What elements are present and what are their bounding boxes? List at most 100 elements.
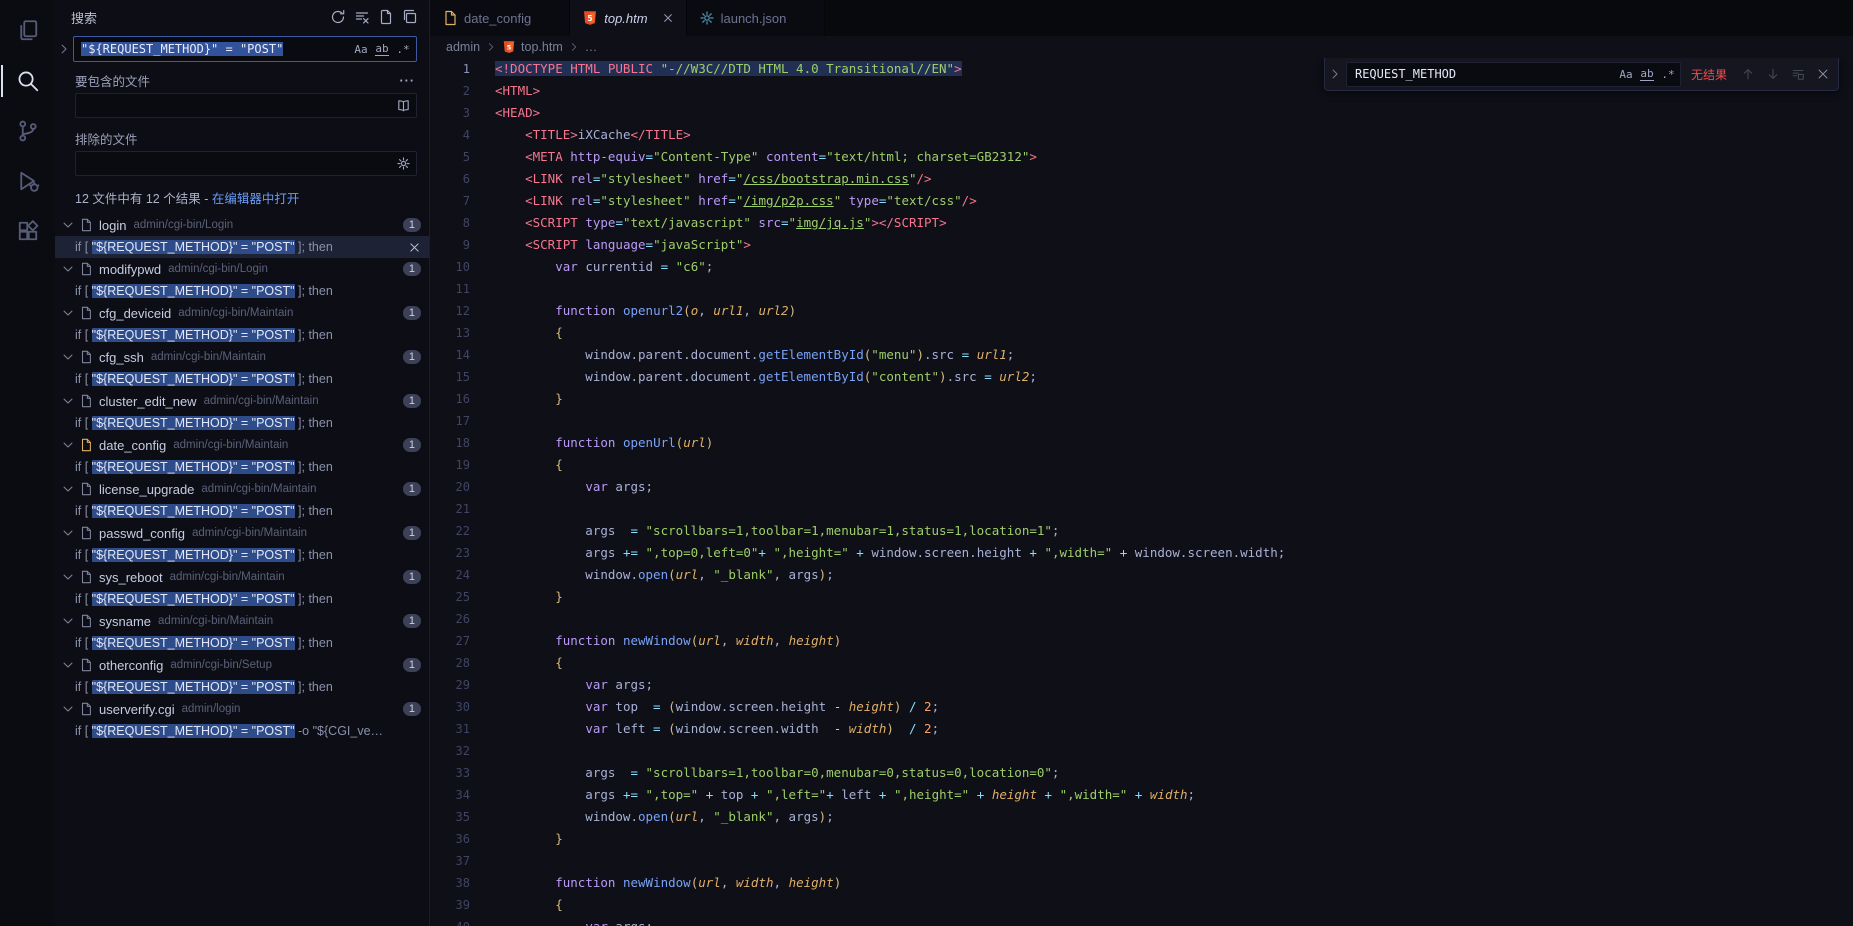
toggle-replace-icon[interactable] xyxy=(55,42,73,56)
tab-top.htm[interactable]: 5top.htm xyxy=(570,0,686,36)
search-match-row[interactable]: if [ "${REQUEST_METHOD}" = "POST" ]; the… xyxy=(55,456,429,478)
code-line[interactable]: 4 <TITLE>iXCache</TITLE> xyxy=(430,124,1853,146)
search-match-row[interactable]: if [ "${REQUEST_METHOD}" = "POST" ]; the… xyxy=(55,544,429,566)
search-match-row[interactable]: if [ "${REQUEST_METHOD}" = "POST" ]; the… xyxy=(55,412,429,434)
code-line[interactable]: 6 <LINK rel="stylesheet" href="/css/boot… xyxy=(430,168,1853,190)
search-result-file[interactable]: modifypwdadmin/cgi-bin/Login1 xyxy=(55,258,429,280)
code-line[interactable]: 8 <SCRIPT type="text/javascript" src="im… xyxy=(430,212,1853,234)
chevron-down-icon[interactable] xyxy=(60,218,76,232)
activity-bar-item-extensions[interactable] xyxy=(0,206,55,256)
close-icon[interactable] xyxy=(658,8,678,28)
search-result-file[interactable]: cfg_deviceidadmin/cgi-bin/Maintain1 xyxy=(55,302,429,324)
chevron-down-icon[interactable] xyxy=(60,614,76,628)
chevron-down-icon[interactable] xyxy=(60,482,76,496)
search-result-file[interactable]: date_configadmin/cgi-bin/Maintain1 xyxy=(55,434,429,456)
breadcrumb-item[interactable]: admin xyxy=(446,40,480,54)
search-result-file[interactable]: passwd_configadmin/cgi-bin/Maintain1 xyxy=(55,522,429,544)
regex-toggle[interactable]: .* xyxy=(1658,64,1678,84)
code-line[interactable]: 3<HEAD> xyxy=(430,102,1853,124)
search-match-row[interactable]: if [ "${REQUEST_METHOD}" = "POST" -o "${… xyxy=(55,720,429,742)
search-input[interactable]: "${REQUEST_METHOD}" = "POST" Aaab.* xyxy=(73,36,417,62)
code-line[interactable]: 36 } xyxy=(430,828,1853,850)
search-match-row[interactable]: if [ "${REQUEST_METHOD}" = "POST" ]; the… xyxy=(55,632,429,654)
code-line[interactable]: 40 var args; xyxy=(430,916,1853,926)
whole-word-toggle[interactable]: ab xyxy=(372,39,392,59)
find-in-selection-icon[interactable] xyxy=(1787,63,1809,85)
code-line[interactable]: 28 { xyxy=(430,652,1853,674)
search-result-file[interactable]: cluster_edit_newadmin/cgi-bin/Maintain1 xyxy=(55,390,429,412)
chevron-down-icon[interactable] xyxy=(60,702,76,716)
search-result-file[interactable]: license_upgradeadmin/cgi-bin/Maintain1 xyxy=(55,478,429,500)
toggle-search-details-button[interactable]: ··· xyxy=(394,74,422,88)
chevron-down-icon[interactable] xyxy=(60,438,76,452)
match-case-toggle[interactable]: Aa xyxy=(351,39,371,59)
search-match-row[interactable]: if [ "${REQUEST_METHOD}" = "POST" ]; the… xyxy=(55,324,429,346)
code-line[interactable]: 9 <SCRIPT language="javaScript"> xyxy=(430,234,1853,256)
tab-date_config[interactable]: date_config xyxy=(430,0,570,36)
activity-bar-item-source-control[interactable] xyxy=(0,106,55,156)
code-line[interactable]: 14 window.parent.document.getElementById… xyxy=(430,344,1853,366)
refresh-button[interactable] xyxy=(327,6,349,28)
code-line[interactable]: 7 <LINK rel="stylesheet" href="/img/p2p.… xyxy=(430,190,1853,212)
code-line[interactable]: 27 function newWindow(url, width, height… xyxy=(430,630,1853,652)
find-close-icon[interactable] xyxy=(1812,63,1834,85)
find-expand-chevron-icon[interactable] xyxy=(1327,67,1343,81)
chevron-down-icon[interactable] xyxy=(60,570,76,584)
code-line[interactable]: 17 xyxy=(430,410,1853,432)
match-case-toggle[interactable]: Aa xyxy=(1616,64,1636,84)
chevron-down-icon[interactable] xyxy=(60,526,76,540)
book-icon[interactable] xyxy=(393,96,413,116)
search-result-file[interactable]: loginadmin/cgi-bin/Login1 xyxy=(55,214,429,236)
code-line[interactable]: 12 function openurl2(o, url1, url2) xyxy=(430,300,1853,322)
code-line[interactable]: 19 { xyxy=(430,454,1853,476)
code-line[interactable]: 20 var args; xyxy=(430,476,1853,498)
chevron-down-icon[interactable] xyxy=(60,394,76,408)
include-files-input[interactable] xyxy=(75,93,417,118)
open-in-editors-button[interactable] xyxy=(399,6,421,28)
exclude-files-input[interactable] xyxy=(75,151,417,176)
code-line[interactable]: 11 xyxy=(430,278,1853,300)
code-line[interactable]: 16 } xyxy=(430,388,1853,410)
code-line[interactable]: 33 args = "scrollbars=1,toolbar=0,menuba… xyxy=(430,762,1853,784)
find-input[interactable]: REQUEST_METHOD Aaab.* xyxy=(1346,62,1681,87)
activity-bar-item-run-debug[interactable] xyxy=(0,156,55,206)
open-new-search-editor-button[interactable] xyxy=(375,6,397,28)
code-line[interactable]: 37 xyxy=(430,850,1853,872)
code-line[interactable]: 32 xyxy=(430,740,1853,762)
code-line[interactable]: 39 { xyxy=(430,894,1853,916)
code-line[interactable]: 21 xyxy=(430,498,1853,520)
code-line[interactable]: 30 var top = (window.screen.height - hei… xyxy=(430,696,1853,718)
breadcrumb-item[interactable]: … xyxy=(585,40,598,54)
code-line[interactable]: 5 <META http-equiv="Content-Type" conten… xyxy=(430,146,1853,168)
search-match-row[interactable]: if [ "${REQUEST_METHOD}" = "POST" ]; the… xyxy=(55,236,429,258)
code-line[interactable]: 24 window.open(url, "_blank", args); xyxy=(430,564,1853,586)
code-line[interactable]: 22 args = "scrollbars=1,toolbar=1,menuba… xyxy=(430,520,1853,542)
chevron-down-icon[interactable] xyxy=(60,306,76,320)
code-line[interactable]: 34 args += ",top=" + top + ",left="+ lef… xyxy=(430,784,1853,806)
chevron-down-icon[interactable] xyxy=(60,350,76,364)
gear-icon[interactable] xyxy=(393,154,413,174)
find-previous-icon[interactable] xyxy=(1737,63,1759,85)
regex-toggle[interactable]: .* xyxy=(393,39,413,59)
code-line[interactable]: 35 window.open(url, "_blank", args); xyxy=(430,806,1853,828)
activity-bar-item-search[interactable] xyxy=(0,56,55,106)
code-line[interactable]: 31 var left = (window.screen.width - wid… xyxy=(430,718,1853,740)
search-match-row[interactable]: if [ "${REQUEST_METHOD}" = "POST" ]; the… xyxy=(55,280,429,302)
search-match-row[interactable]: if [ "${REQUEST_METHOD}" = "POST" ]; the… xyxy=(55,368,429,390)
code-line[interactable]: 13 { xyxy=(430,322,1853,344)
whole-word-toggle[interactable]: ab xyxy=(1637,64,1657,84)
code-line[interactable]: 23 args += ",top=0,left=0"+ ",height=" +… xyxy=(430,542,1853,564)
search-match-row[interactable]: if [ "${REQUEST_METHOD}" = "POST" ]; the… xyxy=(55,676,429,698)
code-line[interactable]: 38 function newWindow(url, width, height… xyxy=(430,872,1853,894)
activity-bar-item-explorer[interactable] xyxy=(0,6,55,56)
code-line[interactable]: 18 function openUrl(url) xyxy=(430,432,1853,454)
code-line[interactable]: 15 window.parent.document.getElementById… xyxy=(430,366,1853,388)
code-line[interactable]: 26 xyxy=(430,608,1853,630)
dismiss-match-icon[interactable] xyxy=(405,241,423,254)
breadcrumb-item[interactable]: 5top.htm xyxy=(502,40,563,54)
chevron-down-icon[interactable] xyxy=(60,658,76,672)
code-editor[interactable]: REQUEST_METHOD Aaab.* 无结果 1<!DOCTYPE HTM… xyxy=(430,58,1853,926)
tab-launch.json[interactable]: launch.json xyxy=(687,0,826,36)
search-match-row[interactable]: if [ "${REQUEST_METHOD}" = "POST" ]; the… xyxy=(55,500,429,522)
search-match-row[interactable]: if [ "${REQUEST_METHOD}" = "POST" ]; the… xyxy=(55,588,429,610)
